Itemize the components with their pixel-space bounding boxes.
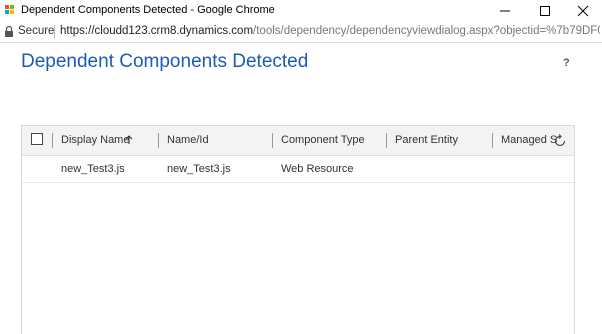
refresh-icon[interactable] (553, 134, 567, 148)
dialog-title: Dependent Components Detected (21, 51, 309, 72)
url-text[interactable]: https://cloudd123.crm8.dynamics.com/tool… (60, 25, 600, 37)
address-bar[interactable]: Secure https://cloudd123.crm8.dynamics.c… (0, 22, 602, 43)
column-header-display-name[interactable]: Display Name (61, 134, 129, 146)
column-header-component-type[interactable]: Component Type (281, 134, 365, 146)
close-icon (577, 5, 589, 17)
address-separator (54, 25, 55, 38)
select-all-checkbox[interactable] (31, 133, 43, 145)
minimize-button[interactable] (488, 0, 522, 22)
cell-component-type: Web Resource (281, 163, 354, 175)
column-header-managed-state[interactable]: Managed S (501, 134, 557, 146)
column-header-name-id[interactable]: Name/Id (167, 134, 209, 146)
secure-label: Secure (18, 25, 55, 37)
cell-display-name: new_Test3.js (61, 163, 125, 175)
table-row[interactable]: new_Test3.js new_Test3.js Web Resource (22, 156, 574, 183)
window-title: Dependent Components Detected - Google C… (21, 4, 275, 16)
cell-name-id: new_Test3.js (167, 163, 231, 175)
help-button[interactable]: ? (563, 57, 570, 69)
column-separator[interactable] (492, 133, 493, 148)
microsoft-logo-icon (5, 5, 15, 15)
column-separator[interactable] (386, 133, 387, 148)
column-header-parent-entity[interactable]: Parent Entity (395, 134, 458, 146)
grid-header: Display Name Name/Id Component Type Pare… (22, 126, 574, 156)
url-host: https://cloudd123.crm8.dynamics.com (60, 25, 254, 37)
minimize-icon (500, 10, 510, 12)
column-separator[interactable] (52, 133, 53, 148)
window-titlebar: Dependent Components Detected - Google C… (0, 0, 602, 22)
url-path: /tools/dependency/dependencyviewdialog.a… (253, 25, 600, 37)
column-separator[interactable] (158, 133, 159, 148)
close-button[interactable] (566, 0, 600, 22)
column-separator[interactable] (272, 133, 273, 148)
dependency-grid: Display Name Name/Id Component Type Pare… (21, 125, 575, 334)
maximize-icon (540, 6, 550, 16)
maximize-button[interactable] (528, 0, 562, 22)
lock-icon (5, 25, 13, 37)
arrow-up-icon[interactable] (125, 135, 133, 145)
